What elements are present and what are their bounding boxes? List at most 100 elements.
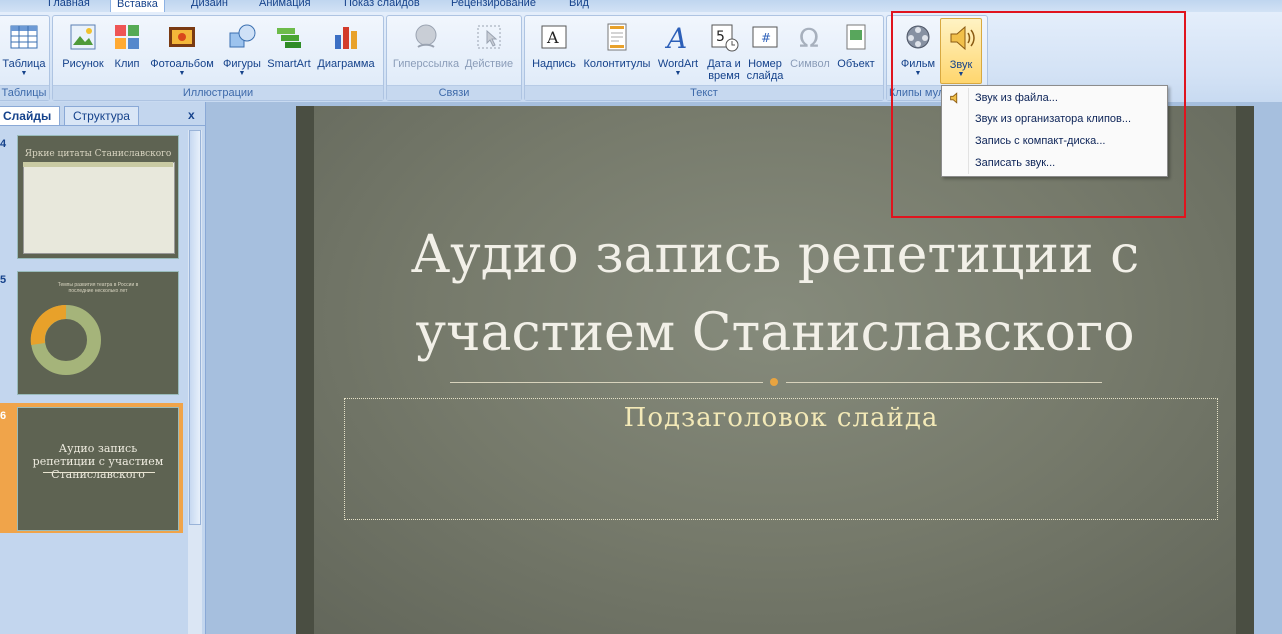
picture-label: Рисунок [62, 58, 104, 70]
header-footer-label: Колонтитулы [583, 58, 651, 70]
svg-text:5: 5 [716, 29, 725, 45]
thumb-title: Аудио запись репетиции с участием Станис… [32, 442, 164, 481]
wordart-label: WordArt [657, 58, 699, 70]
date-time-label: Дата и [707, 58, 741, 70]
slide-number-button[interactable]: # Номер слайда [745, 18, 785, 82]
group-illustrations: Рисунок Клип Фотоальбом ▼ Фигуры ▼ Smart… [52, 15, 384, 101]
pane-divider [0, 125, 205, 126]
tab-review[interactable]: Рецензирование [445, 0, 542, 12]
hyperlink-button[interactable]: Гиперссылка [391, 18, 461, 82]
chart-button[interactable]: Диаграмма [313, 18, 379, 82]
thumb-table-header [23, 162, 173, 167]
picture-icon [70, 24, 96, 50]
symbol-icon: Ω [799, 24, 819, 54]
scroll-thumb[interactable] [189, 130, 201, 525]
slide-number-label: Номер [748, 58, 782, 70]
textbox-icon: A [541, 25, 567, 49]
thumb-number: 5 [0, 274, 7, 286]
thumb-number: 4 [0, 138, 7, 150]
subtitle-placeholder[interactable]: Подзаголовок слайда [344, 398, 1218, 520]
group-label-links: Связи [387, 85, 521, 100]
wordart-button[interactable]: A WordArt ▼ [655, 18, 701, 82]
group-label-tables: Таблицы [0, 85, 49, 100]
smartart-button[interactable]: SmartArt [265, 18, 313, 82]
object-button[interactable]: Объект [833, 18, 879, 82]
thumb-donut-chart [30, 304, 101, 375]
shapes-icon [229, 24, 256, 48]
textbox-button[interactable]: A Надпись [529, 18, 579, 82]
date-time-label-2: время [708, 70, 740, 82]
group-label-text: Текст [525, 85, 883, 100]
date-time-button[interactable]: 5 Дата и время [703, 18, 745, 82]
group-label-illustrations: Иллюстрации [53, 85, 383, 100]
slide-thumb-4[interactable]: Яркие цитаты Станиславского [17, 135, 179, 259]
shapes-button[interactable]: Фигуры ▼ [219, 18, 265, 82]
tab-outline[interactable]: Структура [64, 106, 139, 125]
tab-slideshow[interactable]: Показ слайдов [338, 0, 426, 12]
svg-text:#: # [761, 31, 771, 45]
action-button[interactable]: Действие [461, 18, 517, 82]
clip-button[interactable]: Клип [109, 18, 145, 82]
textbox-label: Надпись [532, 58, 576, 70]
hyperlink-label: Гиперссылка [392, 58, 460, 70]
tab-animation[interactable]: Анимация [253, 0, 317, 12]
title-rule-dot [770, 378, 778, 386]
slide-number-label-2: слайда [746, 70, 784, 82]
header-footer-button[interactable]: Колонтитулы [581, 18, 653, 82]
object-label: Объект [837, 58, 875, 70]
slide-number-icon: # [752, 26, 778, 48]
chevron-down-icon: ▼ [20, 70, 28, 77]
svg-text:A: A [664, 22, 687, 53]
thumb-divider [43, 472, 155, 473]
group-tables: Таблица ▼ Таблицы [0, 15, 50, 101]
title-rule-left [450, 382, 763, 383]
smartart-icon [277, 28, 301, 48]
hyperlink-icon [415, 24, 437, 48]
picture-button[interactable]: Рисунок [59, 18, 107, 82]
object-icon [846, 24, 866, 50]
tab-slides[interactable]: Слайды [0, 106, 61, 125]
shapes-label: Фигуры [223, 58, 261, 70]
smartart-label: SmartArt [267, 58, 311, 70]
photo-album-icon [169, 27, 195, 47]
group-text: A Надпись Колонтитулы A WordArt ▼ 5 Дата… [524, 15, 884, 101]
photo-album-button[interactable]: Фотоальбом ▼ [149, 18, 215, 82]
subtitle-text: Подзаголовок слайда [623, 403, 939, 433]
chevron-down-icon: ▼ [238, 70, 246, 77]
pane-scrollbar[interactable] [188, 130, 202, 634]
group-links: Гиперссылка Действие Связи [386, 15, 522, 101]
pane-close-button[interactable]: x [180, 106, 203, 124]
date-time-icon: 5 [711, 24, 739, 52]
table-icon [10, 25, 38, 49]
slide-title[interactable]: Аудио запись репетиции с участием Станис… [296, 216, 1254, 372]
photo-album-label: Фотоальбом [150, 58, 214, 70]
svg-text:Ω: Ω [799, 24, 819, 53]
header-footer-icon [607, 23, 627, 51]
action-icon [477, 25, 501, 49]
clip-icon [115, 25, 139, 49]
slide-thumb-5[interactable]: Темпы развития театра в России в последн… [17, 271, 179, 395]
table-label: Таблица [2, 58, 46, 70]
title-rule-right [786, 382, 1102, 383]
thumb-number: 6 [0, 410, 7, 422]
wordart-icon: A [664, 22, 687, 55]
symbol-button[interactable]: Ω Символ [787, 18, 833, 82]
tab-view[interactable]: Вид [563, 0, 595, 12]
symbol-label: Символ [790, 58, 830, 70]
chart-label: Диаграмма [317, 58, 375, 70]
action-label: Действие [464, 58, 514, 70]
chevron-down-icon: ▼ [178, 70, 186, 77]
chart-icon [335, 27, 357, 49]
clip-label: Клип [114, 58, 140, 70]
tab-design[interactable]: Дизайн [185, 0, 234, 12]
svg-text:A: A [546, 28, 559, 47]
highlight-annotation [891, 11, 1186, 218]
tab-home[interactable]: Главная [42, 0, 96, 12]
thumb-title: Темпы развития театра в России в последн… [57, 282, 139, 294]
thumb-title: Яркие цитаты Станиславского [24, 149, 172, 159]
slides-pane: Слайды Структура x 4 Яркие цитаты Станис… [0, 102, 206, 634]
chevron-down-icon: ▼ [674, 70, 682, 77]
thumb-table [23, 162, 175, 254]
table-button[interactable]: Таблица ▼ [1, 18, 47, 82]
slide-thumb-6[interactable]: Аудио запись репетиции с участием Станис… [17, 407, 179, 531]
